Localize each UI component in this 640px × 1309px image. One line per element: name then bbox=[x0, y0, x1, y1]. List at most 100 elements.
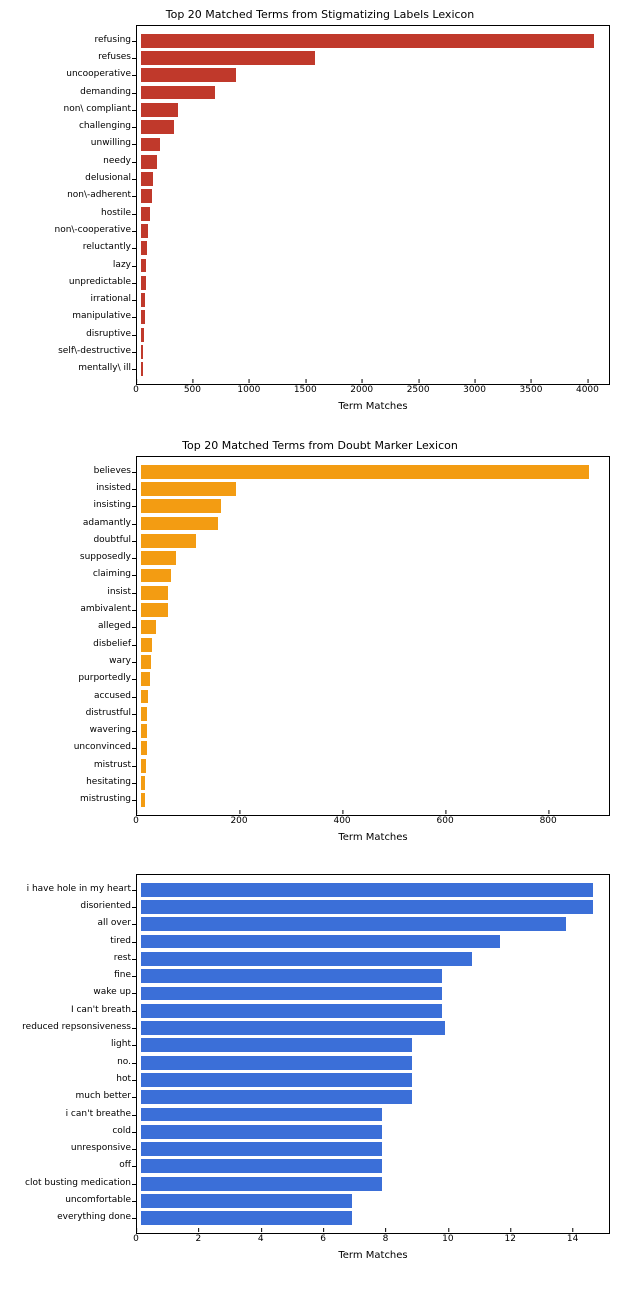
bar-label: unwilling bbox=[21, 139, 135, 149]
bar-row: i can't breathe bbox=[137, 1106, 599, 1123]
x-axis-label: Term Matches bbox=[136, 1250, 610, 1261]
bar bbox=[141, 1004, 442, 1018]
bar-row: light bbox=[137, 1037, 599, 1054]
x-tick: 6 bbox=[320, 1234, 326, 1244]
bar bbox=[141, 1056, 412, 1070]
bar bbox=[141, 293, 145, 307]
bar-row: manipulative bbox=[137, 309, 599, 326]
bar-row: demanding bbox=[137, 84, 599, 101]
bar-row: non\-adherent bbox=[137, 188, 599, 205]
bar-label: delusional bbox=[21, 174, 135, 184]
bar bbox=[141, 345, 143, 359]
bar-row: challenging bbox=[137, 118, 599, 135]
bar-label: wary bbox=[21, 657, 135, 667]
bar-label: mentally\ ill bbox=[21, 364, 135, 374]
bar-label: non\-adherent bbox=[21, 191, 135, 201]
x-tick: 600 bbox=[437, 816, 454, 826]
bar-label: wake up bbox=[21, 988, 135, 998]
bar bbox=[141, 883, 593, 897]
bar-label: disbelief bbox=[21, 640, 135, 650]
bar-row: fine bbox=[137, 967, 599, 984]
x-tick: 0 bbox=[133, 816, 139, 826]
bar-row: disoriented bbox=[137, 898, 599, 915]
bar-row: ambivalent bbox=[137, 601, 599, 618]
bar bbox=[141, 517, 218, 531]
bar-label: i can't breathe bbox=[21, 1110, 135, 1120]
bar-row: purportedly bbox=[137, 671, 599, 688]
bar bbox=[141, 707, 147, 721]
bar bbox=[141, 690, 148, 704]
bar-row: non\ compliant bbox=[137, 101, 599, 118]
bar-label: non\ compliant bbox=[21, 105, 135, 115]
bar-label: light bbox=[21, 1040, 135, 1050]
bar-label: doubtful bbox=[21, 536, 135, 546]
bar-label: believes bbox=[21, 467, 135, 477]
bar-row: unresponsive bbox=[137, 1140, 599, 1157]
x-tick: 3000 bbox=[463, 385, 486, 395]
bar bbox=[141, 969, 442, 983]
bar-label: everything done bbox=[21, 1213, 135, 1223]
bar-row: supposedly bbox=[137, 549, 599, 566]
bar-row: wary bbox=[137, 653, 599, 670]
bar bbox=[141, 534, 196, 548]
bar-row: hot bbox=[137, 1071, 599, 1088]
bar-label: manipulative bbox=[21, 312, 135, 322]
bar bbox=[141, 935, 500, 949]
bar bbox=[141, 259, 146, 273]
bar-label: challenging bbox=[21, 122, 135, 132]
bar-row: tired bbox=[137, 933, 599, 950]
bar bbox=[141, 1125, 382, 1139]
bar-row: needy bbox=[137, 153, 599, 170]
bar bbox=[141, 362, 143, 376]
bar-label: hesitating bbox=[21, 778, 135, 788]
chart-1: Top 20 Matched Terms from Stigmatizing L… bbox=[20, 0, 620, 413]
bar-row: insisting bbox=[137, 498, 599, 515]
bar-label: uncooperative bbox=[21, 70, 135, 80]
bar-row: everything done bbox=[137, 1210, 599, 1227]
bar bbox=[141, 68, 236, 82]
bar-row: doubtful bbox=[137, 532, 599, 549]
bar bbox=[141, 207, 150, 221]
bar-row: I can't breath bbox=[137, 1002, 599, 1019]
bar-row: claiming bbox=[137, 567, 599, 584]
chart-2: Top 20 Matched Terms from Doubt Marker L… bbox=[20, 431, 620, 844]
bar-row: i have hole in my heart bbox=[137, 881, 599, 898]
bar-label: wavering bbox=[21, 726, 135, 736]
x-tick: 2000 bbox=[350, 385, 373, 395]
bar-row: non\-cooperative bbox=[137, 222, 599, 239]
x-tick: 2500 bbox=[407, 385, 430, 395]
bar-row: rest bbox=[137, 950, 599, 967]
bar bbox=[141, 499, 221, 513]
bar-label: refusing bbox=[21, 36, 135, 46]
x-tick: 3500 bbox=[520, 385, 543, 395]
bar bbox=[141, 569, 171, 583]
x-tick: 4 bbox=[258, 1234, 264, 1244]
bar-label: needy bbox=[21, 157, 135, 167]
bar-row: wake up bbox=[137, 985, 599, 1002]
bar-row: delusional bbox=[137, 170, 599, 187]
bar-row: distrustful bbox=[137, 705, 599, 722]
bar-row: alleged bbox=[137, 619, 599, 636]
bar-label: insisting bbox=[21, 501, 135, 511]
bar-label: refuses bbox=[21, 53, 135, 63]
bar bbox=[141, 900, 593, 914]
bar bbox=[141, 86, 215, 100]
bar bbox=[141, 172, 153, 186]
bar bbox=[141, 759, 146, 773]
bar bbox=[141, 224, 148, 238]
bar-label: accused bbox=[21, 692, 135, 702]
x-axis-label: Term Matches bbox=[136, 401, 610, 412]
bar-row: unconvinced bbox=[137, 740, 599, 757]
bar-label: all over bbox=[21, 919, 135, 929]
bar bbox=[141, 310, 145, 324]
x-tick: 10 bbox=[442, 1234, 453, 1244]
plot-area: refusingrefusesuncooperativedemandingnon… bbox=[136, 25, 610, 385]
bar bbox=[141, 465, 589, 479]
bar-row: accused bbox=[137, 688, 599, 705]
bar bbox=[141, 586, 168, 600]
bar-label: claiming bbox=[21, 570, 135, 580]
bar bbox=[141, 482, 236, 496]
bar-row: reluctantly bbox=[137, 240, 599, 257]
bar-label: disoriented bbox=[21, 902, 135, 912]
bar-label: uncomfortable bbox=[21, 1196, 135, 1206]
